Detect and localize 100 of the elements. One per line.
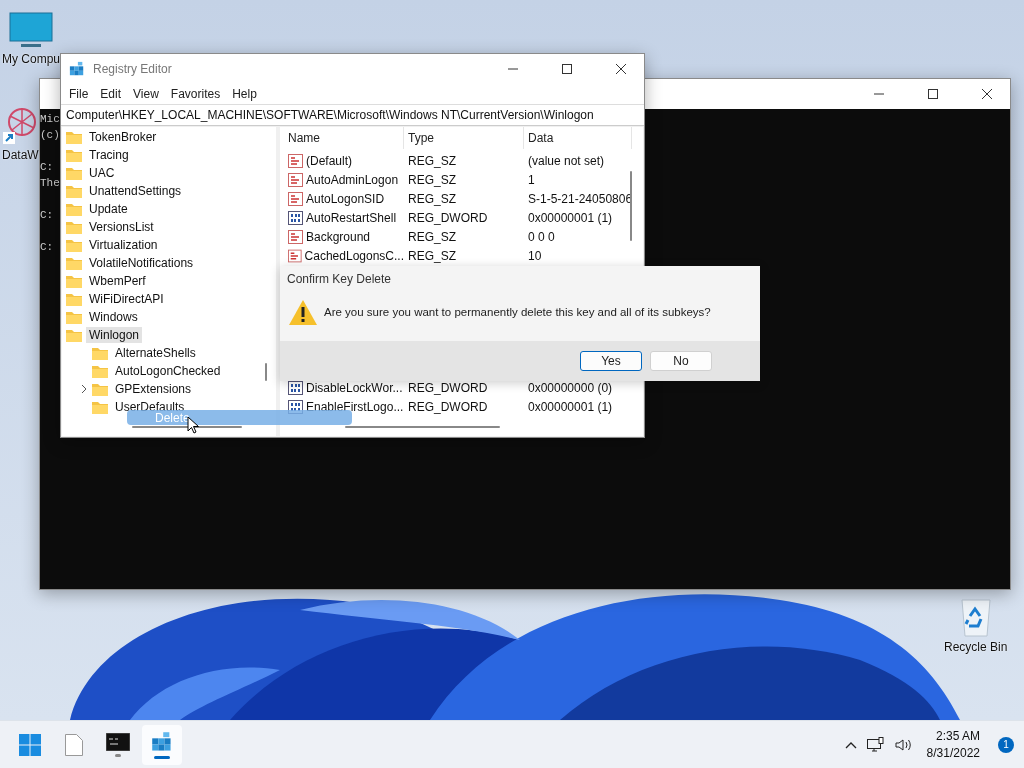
- string-value-icon: [288, 248, 302, 263]
- tree-item[interactable]: Update: [86, 201, 131, 217]
- folder-icon: [66, 148, 82, 162]
- column-header[interactable]: Name: [284, 127, 404, 149]
- menu-item[interactable]: View: [127, 86, 165, 101]
- folder-icon: [92, 382, 108, 396]
- string-value-icon: [288, 153, 303, 168]
- value-type: REG_DWORD: [408, 399, 488, 414]
- value-type: REG_SZ: [408, 191, 456, 206]
- folder-icon: [66, 328, 82, 342]
- tree-item[interactable]: VersionsList: [86, 219, 157, 235]
- value-data: 0x00000001 (1): [528, 210, 613, 225]
- running-indicator: [154, 755, 170, 759]
- console-line: The: [40, 176, 60, 191]
- column-header[interactable]: Data: [524, 127, 632, 149]
- value-data: 0 0 0: [528, 229, 555, 244]
- maximize-icon[interactable]: [928, 89, 938, 99]
- tree-item[interactable]: WiFiDirectAPI: [86, 291, 167, 307]
- tree-item[interactable]: Virtualization: [86, 237, 161, 253]
- network-icon[interactable]: [866, 736, 885, 753]
- folder-icon: [66, 166, 82, 180]
- folder-icon: [66, 130, 82, 144]
- console-line: (c): [40, 128, 60, 143]
- document-icon[interactable]: [65, 733, 83, 756]
- scrollbar-thumb[interactable]: [630, 171, 632, 241]
- maximize-icon[interactable]: [562, 63, 572, 74]
- value-name: AutoRestartShell: [306, 210, 397, 225]
- notification-badge[interactable]: 1: [998, 736, 1014, 753]
- desktop-icon-label[interactable]: My Compu: [2, 52, 60, 66]
- expand-chevron-icon[interactable]: [80, 384, 88, 394]
- string-value-icon: [288, 172, 303, 187]
- folder-icon: [66, 256, 82, 270]
- dialog-button[interactable]: Yes: [580, 351, 642, 371]
- tree-item[interactable]: UnattendSettings: [86, 183, 185, 199]
- menu-item[interactable]: Edit: [94, 86, 128, 101]
- desktop-icon-label[interactable]: Recycle Bin: [944, 640, 1008, 654]
- close-icon[interactable]: [982, 89, 992, 99]
- folder-icon: [66, 292, 82, 306]
- console-line: Mic: [40, 112, 60, 127]
- scrollbar-thumb[interactable]: [345, 426, 500, 428]
- registry-cubes-icon: [151, 730, 173, 753]
- tree-item[interactable]: GPExtensions: [112, 381, 195, 397]
- clock-date[interactable]: 8/31/2022: [926, 744, 980, 762]
- dialog-button[interactable]: No: [650, 351, 712, 371]
- menu-item[interactable]: Favorites: [164, 86, 227, 101]
- registry-cubes-icon: [69, 60, 85, 77]
- folder-icon: [66, 184, 82, 198]
- close-icon[interactable]: [616, 63, 626, 74]
- scrollbar-thumb[interactable]: [265, 363, 267, 381]
- folder-icon: [92, 364, 108, 378]
- tree-item[interactable]: WbemPerf: [86, 273, 149, 289]
- tree-item[interactable]: TokenBroker: [86, 129, 160, 145]
- value-name: AutoAdminLogon: [306, 172, 399, 187]
- tree-item[interactable]: VolatileNotifications: [86, 255, 197, 271]
- tree-item[interactable]: Winlogon: [86, 327, 143, 343]
- value-name: DisableLockWor...: [306, 380, 403, 395]
- value-name: Background: [306, 229, 371, 244]
- tree-item[interactable]: Windows: [86, 309, 141, 325]
- value-type: REG_SZ: [408, 229, 456, 244]
- value-data: 0x00000000 (0): [528, 380, 613, 395]
- folder-icon: [66, 220, 82, 234]
- volume-icon[interactable]: [894, 737, 913, 752]
- running-indicator: [115, 753, 121, 757]
- string-value-icon: [288, 191, 303, 206]
- monitor-icon: [9, 12, 53, 50]
- scrollbar-thumb[interactable]: [132, 426, 242, 428]
- tree-item[interactable]: AutoLogonChecked: [112, 363, 224, 379]
- value-data: S-1-5-21-24050806: [528, 191, 633, 206]
- folder-icon: [66, 238, 82, 252]
- folder-icon: [66, 310, 82, 324]
- chevron-up-icon[interactable]: [844, 740, 857, 749]
- window-title: Registry Editor: [93, 61, 173, 76]
- tree-item[interactable]: AlternateShells: [112, 345, 199, 361]
- terminal-icon[interactable]: [106, 732, 130, 751]
- address-bar[interactable]: Computer\HKEY_LOCAL_MACHINE\SOFTWARE\Microsoft\Windows NT\CurrentVersion\Winlogon: [61, 104, 644, 126]
- folder-icon: [92, 400, 108, 414]
- windows-start-icon[interactable]: [19, 733, 41, 756]
- tree-item[interactable]: Tracing: [86, 147, 132, 163]
- value-data: 0x00000001 (1): [528, 399, 613, 414]
- clock-time[interactable]: 2:35 AM: [935, 727, 980, 745]
- value-type: REG_DWORD: [408, 380, 488, 395]
- dialog-message: Are you sure you want to permanently delete this key and all of its subkeys?: [324, 306, 711, 318]
- column-header[interactable]: Type: [404, 127, 524, 149]
- recycle-bin-icon: [958, 596, 993, 638]
- menu-item[interactable]: Help: [226, 86, 263, 101]
- warning-icon: [288, 298, 318, 326]
- menu-item[interactable]: File: [63, 86, 95, 101]
- value-name: AutoLogonSID: [306, 191, 385, 206]
- console-line: C:: [40, 240, 54, 255]
- console-line: C:: [40, 208, 54, 223]
- folder-icon: [66, 274, 82, 288]
- value-data: 1: [528, 172, 535, 187]
- console-line: C:: [40, 160, 54, 175]
- value-type: REG_SZ: [408, 153, 456, 168]
- value-name: (Default): [306, 153, 352, 168]
- tree-item[interactable]: UAC: [86, 165, 118, 181]
- value-type: REG_DWORD: [408, 210, 488, 225]
- value-data: 10: [528, 248, 542, 263]
- desktop-icon-label[interactable]: DataW: [2, 148, 39, 162]
- binary-value-icon: [288, 210, 303, 225]
